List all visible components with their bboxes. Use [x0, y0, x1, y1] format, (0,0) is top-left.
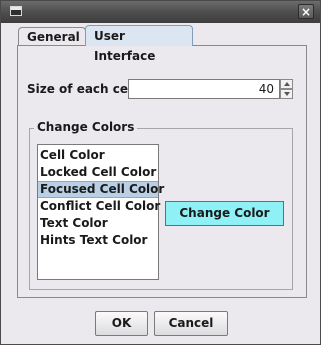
- cancel-button[interactable]: Cancel: [154, 311, 228, 336]
- dialog-window: × General User Interface Size of each ce…: [0, 0, 321, 345]
- tab-general[interactable]: General: [18, 27, 86, 46]
- change-colors-title: Change Colors: [34, 120, 138, 134]
- window-icon: [10, 6, 22, 16]
- spinner-up-icon[interactable]: [280, 79, 293, 89]
- tab-user-interface[interactable]: User Interface: [85, 25, 193, 63]
- ok-button[interactable]: OK: [95, 311, 148, 336]
- cell-size-input[interactable]: 40: [128, 79, 280, 99]
- title-bar[interactable]: ×: [1, 1, 320, 23]
- list-item-cell-color[interactable]: Cell Color: [38, 147, 158, 164]
- list-item-conflict-cell-color[interactable]: Conflict Cell Color: [38, 198, 160, 215]
- list-item-focused-cell-color[interactable]: Focused Cell Color: [38, 181, 164, 198]
- spinner-down-icon[interactable]: [280, 89, 293, 99]
- close-button[interactable]: ×: [298, 4, 314, 19]
- cell-size-label: Size of each cell: [27, 82, 137, 96]
- color-list[interactable]: Cell Color Locked Cell Color Focused Cel…: [37, 144, 164, 280]
- list-item-hints-text-color[interactable]: Hints Text Color: [38, 232, 158, 249]
- change-color-button[interactable]: Change Color: [165, 201, 284, 226]
- list-item-text-color[interactable]: Text Color: [38, 215, 158, 232]
- list-item-locked-cell-color[interactable]: Locked Cell Color: [38, 164, 158, 181]
